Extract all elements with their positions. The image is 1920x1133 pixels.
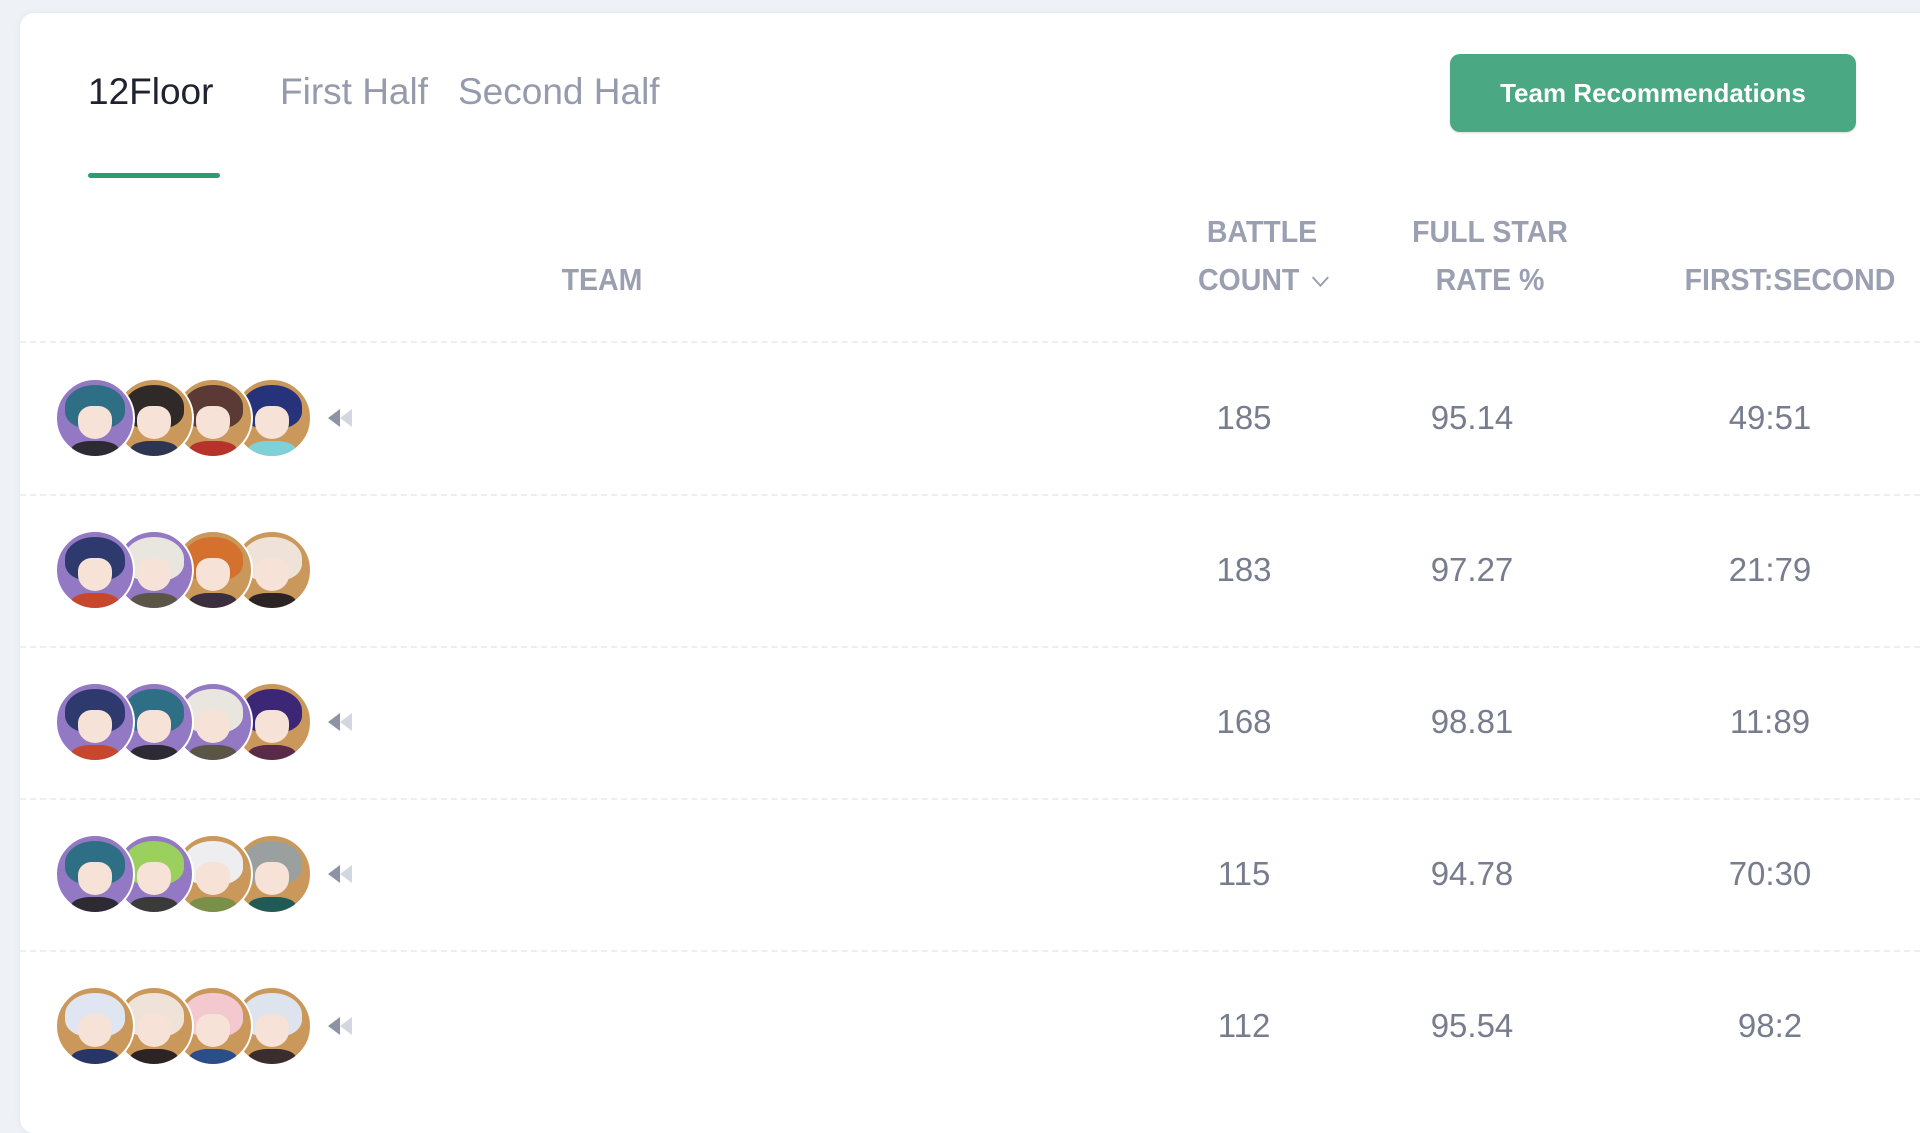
rewind-icon[interactable] — [327, 408, 357, 428]
full-star-rate-cell: 97.27 — [1430, 551, 1514, 588]
avatar-outfit — [247, 1048, 297, 1064]
character-avatar[interactable] — [55, 682, 135, 762]
avatar-outfit — [70, 744, 120, 760]
avatar-outfit — [247, 744, 297, 760]
header-battle-count-line2: COUNT — [1197, 262, 1300, 297]
avatar-outfit — [188, 1048, 238, 1064]
character-avatar[interactable] — [55, 986, 135, 1066]
header-first-second[interactable]: FIRST:SECOND — [1652, 256, 1920, 304]
team-avatars — [55, 378, 335, 458]
table-row[interactable]: 115 94.78 70:30 — [20, 798, 1920, 950]
avatar-face — [136, 1013, 172, 1048]
avatar-face — [254, 861, 290, 896]
character-avatar[interactable] — [55, 378, 135, 458]
team-avatars — [55, 986, 335, 1066]
avatar-face — [136, 861, 172, 896]
team-avatars — [55, 834, 335, 914]
avatar-face — [77, 557, 113, 592]
avatar-face — [254, 1013, 290, 1048]
header-full-star-line2: RATE % — [1435, 262, 1545, 297]
battle-count-cell: 185 — [1216, 399, 1272, 436]
rewind-icon-svg — [328, 865, 352, 883]
avatar-outfit — [188, 592, 238, 608]
avatar-face — [254, 405, 290, 440]
rewind-icon[interactable] — [327, 864, 357, 884]
rewind-icon[interactable] — [327, 712, 357, 732]
avatar-outfit — [129, 896, 179, 912]
active-tab-indicator — [88, 173, 220, 178]
table-row[interactable]: 185 95.14 49:51 — [20, 342, 1920, 494]
team-avatars — [55, 682, 335, 762]
header-team: TEAM — [561, 262, 643, 297]
team-recommendations-button[interactable]: Team Recommendations — [1450, 54, 1856, 132]
tab-second-half[interactable]: Second Half — [458, 66, 660, 118]
header-battle-count[interactable]: BATTLE COUNT — [1152, 208, 1373, 304]
first-second-cell: 21:79 — [1728, 551, 1812, 588]
avatar-outfit — [247, 592, 297, 608]
avatar-outfit — [70, 592, 120, 608]
avatar-outfit — [247, 440, 297, 456]
table-row[interactable]: 168 98.81 11:89 — [20, 646, 1920, 798]
avatar-outfit — [188, 744, 238, 760]
avatar-outfit — [70, 1048, 120, 1064]
chevron-down-icon[interactable] — [1311, 268, 1329, 288]
avatar-face — [195, 861, 231, 896]
avatar-face — [77, 405, 113, 440]
avatar-face — [195, 405, 231, 440]
avatar-face — [136, 557, 172, 592]
full-star-rate-cell: 95.14 — [1430, 399, 1514, 436]
battle-count-cell: 168 — [1216, 703, 1272, 740]
battle-count-cell: 115 — [1217, 855, 1271, 892]
avatar-outfit — [129, 592, 179, 608]
full-star-rate-cell: 98.81 — [1430, 703, 1514, 740]
first-second-cell: 98:2 — [1737, 1007, 1803, 1044]
team-avatars — [55, 530, 335, 610]
avatar-outfit — [70, 440, 120, 456]
character-avatar[interactable] — [55, 530, 135, 610]
avatar-face — [77, 709, 113, 744]
header-battle-count-line2-wrap: COUNT — [1152, 256, 1373, 304]
full-star-rate-cell: 94.78 — [1430, 855, 1514, 892]
avatar-outfit — [247, 896, 297, 912]
avatar-face — [136, 709, 172, 744]
avatar-face — [195, 557, 231, 592]
avatar-face — [195, 709, 231, 744]
table-row[interactable]: 112 95.54 98:2 — [20, 950, 1920, 1102]
avatar-face — [254, 557, 290, 592]
full-star-rate-cell: 95.54 — [1430, 1007, 1514, 1044]
avatar-face — [195, 1013, 231, 1048]
character-avatar[interactable] — [55, 834, 135, 914]
avatar-face — [77, 1013, 113, 1048]
tab-12floor[interactable]: 12Floor — [88, 66, 213, 118]
avatar-outfit — [188, 440, 238, 456]
avatar-face — [254, 709, 290, 744]
avatar-outfit — [70, 896, 120, 912]
header-full-star-line1: FULL STAR — [1412, 214, 1568, 249]
battle-count-cell: 183 — [1216, 551, 1272, 588]
header-full-star-rate[interactable]: FULL STAR RATE % — [1380, 208, 1601, 304]
avatar-face — [136, 405, 172, 440]
first-second-cell: 49:51 — [1728, 399, 1812, 436]
first-second-cell: 70:30 — [1728, 855, 1812, 892]
tab-first-half[interactable]: First Half — [280, 66, 428, 118]
table-row[interactable]: 183 97.27 21:79 — [20, 494, 1920, 646]
header-battle-count-line1: BATTLE — [1206, 214, 1318, 249]
avatar-outfit — [188, 896, 238, 912]
avatar-face — [77, 861, 113, 896]
rewind-icon-svg — [328, 1017, 352, 1035]
rewind-icon[interactable] — [327, 1016, 357, 1036]
rewind-icon-svg — [328, 713, 352, 731]
rewind-icon-svg — [328, 409, 352, 427]
avatar-outfit — [129, 1048, 179, 1064]
first-second-cell: 11:89 — [1729, 703, 1811, 740]
battle-count-cell: 112 — [1217, 1007, 1271, 1044]
avatar-outfit — [129, 440, 179, 456]
avatar-outfit — [129, 744, 179, 760]
